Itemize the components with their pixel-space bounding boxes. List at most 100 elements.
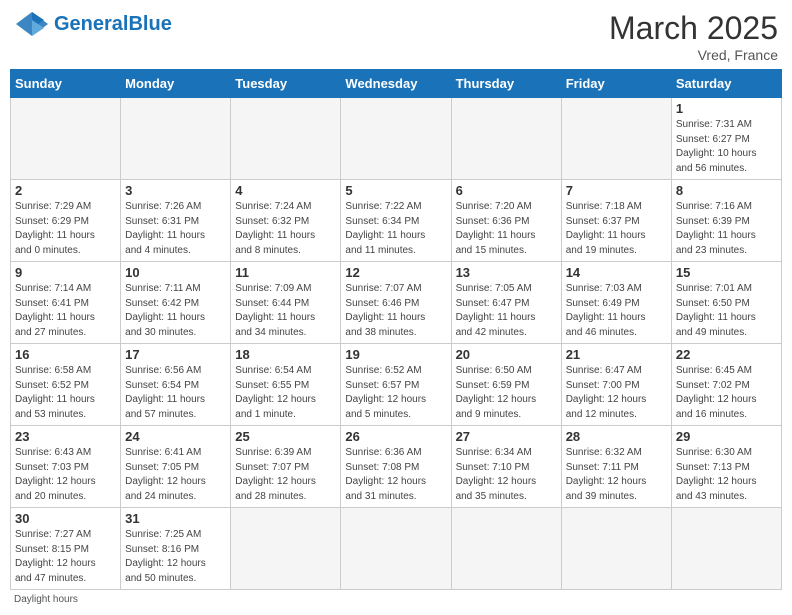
day-number: 10 bbox=[125, 265, 226, 280]
day-info: Sunrise: 7:24 AM Sunset: 6:32 PM Dayligh… bbox=[235, 200, 336, 258]
day-number: 7 bbox=[566, 183, 667, 198]
day-number: 14 bbox=[566, 265, 667, 280]
calendar-week-row: 9 Sunrise: 7:14 AM Sunset: 6:41 PM Daylig… bbox=[11, 262, 782, 344]
calendar-cell: 6 Sunrise: 7:20 AM Sunset: 6:36 PM Daylig… bbox=[451, 180, 561, 262]
calendar-cell bbox=[231, 508, 341, 590]
day-info: Sunrise: 7:11 AM Sunset: 6:42 PM Dayligh… bbox=[125, 282, 226, 340]
calendar-cell: 31 Sunrise: 7:25 AM Sunset: 8:16 PM Dayli… bbox=[121, 508, 231, 590]
calendar-cell: 5Sunrise: 7:22 AM Sunset: 6:34 PM Daylig… bbox=[341, 180, 451, 262]
calendar-cell: 27 Sunrise: 6:34 AM Sunset: 7:10 PM Dayli… bbox=[451, 426, 561, 508]
day-info: Sunrise: 6:34 AM Sunset: 7:10 PM Dayligh… bbox=[456, 446, 557, 504]
weekday-header: Monday bbox=[121, 70, 231, 98]
page-subtitle: Vred, France bbox=[609, 47, 778, 63]
calendar-cell: 13 Sunrise: 7:05 AM Sunset: 6:47 PM Dayli… bbox=[451, 262, 561, 344]
day-number: 12 bbox=[345, 265, 446, 280]
day-number: 6 bbox=[456, 183, 557, 198]
day-number: 23 bbox=[15, 429, 116, 444]
calendar-cell: 17Sunrise: 6:56 AM Sunset: 6:54 PM Dayli… bbox=[121, 344, 231, 426]
day-number: 16 bbox=[15, 347, 116, 362]
day-info: Sunrise: 7:07 AM Sunset: 6:46 PM Dayligh… bbox=[345, 282, 446, 340]
calendar-cell: 9 Sunrise: 7:14 AM Sunset: 6:41 PM Daylig… bbox=[11, 262, 121, 344]
day-info: Sunrise: 6:41 AM Sunset: 7:05 PM Dayligh… bbox=[125, 446, 226, 504]
day-info: Sunrise: 7:27 AM Sunset: 8:15 PM Dayligh… bbox=[15, 528, 116, 586]
day-number: 24 bbox=[125, 429, 226, 444]
calendar-cell: 22Sunrise: 6:45 AM Sunset: 7:02 PM Dayli… bbox=[671, 344, 781, 426]
calendar-cell: 18 Sunrise: 6:54 AM Sunset: 6:55 PM Dayli… bbox=[231, 344, 341, 426]
calendar-cell: 8 Sunrise: 7:16 AM Sunset: 6:39 PM Daylig… bbox=[671, 180, 781, 262]
calendar-cell bbox=[451, 508, 561, 590]
day-number: 30 bbox=[15, 511, 116, 526]
calendar-week-row: 23Sunrise: 6:43 AM Sunset: 7:03 PM Dayli… bbox=[11, 426, 782, 508]
calendar-cell bbox=[341, 508, 451, 590]
calendar-cell: 30 Sunrise: 7:27 AM Sunset: 8:15 PM Dayli… bbox=[11, 508, 121, 590]
day-number: 8 bbox=[676, 183, 777, 198]
weekday-header: Friday bbox=[561, 70, 671, 98]
logo-icon bbox=[14, 10, 50, 38]
day-info: Sunrise: 7:22 AM Sunset: 6:34 PM Dayligh… bbox=[345, 200, 446, 258]
calendar-cell: 19 Sunrise: 6:52 AM Sunset: 6:57 PM Dayli… bbox=[341, 344, 451, 426]
day-info: Sunrise: 7:05 AM Sunset: 6:47 PM Dayligh… bbox=[456, 282, 557, 340]
day-info: Sunrise: 7:25 AM Sunset: 8:16 PM Dayligh… bbox=[125, 528, 226, 586]
day-info: Sunrise: 6:54 AM Sunset: 6:55 PM Dayligh… bbox=[235, 364, 336, 422]
calendar-cell: 29Sunrise: 6:30 AM Sunset: 7:13 PM Dayli… bbox=[671, 426, 781, 508]
calendar-cell bbox=[451, 98, 561, 180]
day-number: 4 bbox=[235, 183, 336, 198]
day-info: Sunrise: 6:50 AM Sunset: 6:59 PM Dayligh… bbox=[456, 364, 557, 422]
day-number: 15 bbox=[676, 265, 777, 280]
day-number: 13 bbox=[456, 265, 557, 280]
day-info: Sunrise: 6:45 AM Sunset: 7:02 PM Dayligh… bbox=[676, 364, 777, 422]
day-info: Sunrise: 6:47 AM Sunset: 7:00 PM Dayligh… bbox=[566, 364, 667, 422]
calendar-cell: 3Sunrise: 7:26 AM Sunset: 6:31 PM Daylig… bbox=[121, 180, 231, 262]
day-number: 11 bbox=[235, 265, 336, 280]
calendar-cell: 26 Sunrise: 6:36 AM Sunset: 7:08 PM Dayli… bbox=[341, 426, 451, 508]
page-title: March 2025 bbox=[609, 10, 778, 47]
day-info: Sunrise: 7:16 AM Sunset: 6:39 PM Dayligh… bbox=[676, 200, 777, 258]
title-block: March 2025 Vred, France bbox=[609, 10, 778, 63]
calendar-cell: 16 Sunrise: 6:58 AM Sunset: 6:52 PM Dayli… bbox=[11, 344, 121, 426]
weekday-header: Tuesday bbox=[231, 70, 341, 98]
day-info: Sunrise: 7:20 AM Sunset: 6:36 PM Dayligh… bbox=[456, 200, 557, 258]
calendar-cell bbox=[341, 98, 451, 180]
day-number: 28 bbox=[566, 429, 667, 444]
calendar-cell bbox=[121, 98, 231, 180]
day-number: 19 bbox=[345, 347, 446, 362]
calendar-cell: 2Sunrise: 7:29 AM Sunset: 6:29 PM Daylig… bbox=[11, 180, 121, 262]
day-number: 31 bbox=[125, 511, 226, 526]
calendar-cell bbox=[671, 508, 781, 590]
day-number: 17 bbox=[125, 347, 226, 362]
day-info: Sunrise: 7:18 AM Sunset: 6:37 PM Dayligh… bbox=[566, 200, 667, 258]
day-info: Sunrise: 6:58 AM Sunset: 6:52 PM Dayligh… bbox=[15, 364, 116, 422]
day-number: 21 bbox=[566, 347, 667, 362]
page-header: GeneralBlue March 2025 Vred, France bbox=[10, 10, 782, 63]
day-info: Sunrise: 6:52 AM Sunset: 6:57 PM Dayligh… bbox=[345, 364, 446, 422]
footer-note: Daylight hours bbox=[10, 594, 782, 605]
calendar-cell: 25 Sunrise: 6:39 AM Sunset: 7:07 PM Dayli… bbox=[231, 426, 341, 508]
weekday-header: Wednesday bbox=[341, 70, 451, 98]
day-number: 18 bbox=[235, 347, 336, 362]
day-number: 25 bbox=[235, 429, 336, 444]
calendar-cell: 23Sunrise: 6:43 AM Sunset: 7:03 PM Dayli… bbox=[11, 426, 121, 508]
day-info: Sunrise: 7:03 AM Sunset: 6:49 PM Dayligh… bbox=[566, 282, 667, 340]
calendar-week-row: 30 Sunrise: 7:27 AM Sunset: 8:15 PM Dayli… bbox=[11, 508, 782, 590]
day-number: 3 bbox=[125, 183, 226, 198]
calendar-cell: 7 Sunrise: 7:18 AM Sunset: 6:37 PM Daylig… bbox=[561, 180, 671, 262]
calendar-week-row: 2Sunrise: 7:29 AM Sunset: 6:29 PM Daylig… bbox=[11, 180, 782, 262]
day-number: 26 bbox=[345, 429, 446, 444]
day-info: Sunrise: 6:39 AM Sunset: 7:07 PM Dayligh… bbox=[235, 446, 336, 504]
day-number: 9 bbox=[15, 265, 116, 280]
weekday-header: Thursday bbox=[451, 70, 561, 98]
day-info: Sunrise: 6:36 AM Sunset: 7:08 PM Dayligh… bbox=[345, 446, 446, 504]
day-number: 2 bbox=[15, 183, 116, 198]
day-info: Sunrise: 6:32 AM Sunset: 7:11 PM Dayligh… bbox=[566, 446, 667, 504]
calendar-cell: 28 Sunrise: 6:32 AM Sunset: 7:11 PM Dayli… bbox=[561, 426, 671, 508]
day-number: 20 bbox=[456, 347, 557, 362]
calendar-cell: 1Sunrise: 7:31 AM Sunset: 6:27 PM Daylig… bbox=[671, 98, 781, 180]
calendar-cell: 4 Sunrise: 7:24 AM Sunset: 6:32 PM Daylig… bbox=[231, 180, 341, 262]
weekday-header-row: SundayMondayTuesdayWednesdayThursdayFrid… bbox=[11, 70, 782, 98]
calendar-cell: 21 Sunrise: 6:47 AM Sunset: 7:00 PM Dayli… bbox=[561, 344, 671, 426]
day-info: Sunrise: 6:30 AM Sunset: 7:13 PM Dayligh… bbox=[676, 446, 777, 504]
day-info: Sunrise: 7:14 AM Sunset: 6:41 PM Dayligh… bbox=[15, 282, 116, 340]
day-number: 27 bbox=[456, 429, 557, 444]
logo-blue: Blue bbox=[128, 13, 171, 35]
calendar-cell: 14 Sunrise: 7:03 AM Sunset: 6:49 PM Dayli… bbox=[561, 262, 671, 344]
